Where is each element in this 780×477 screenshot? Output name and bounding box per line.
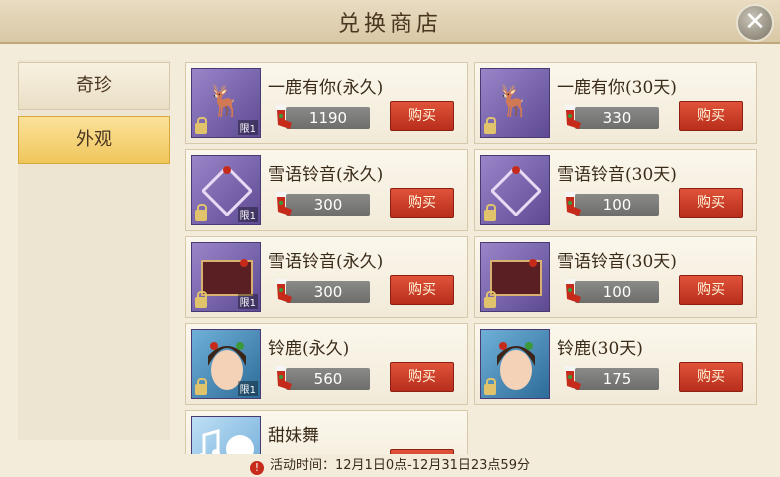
character-portrait-icon: [497, 342, 535, 390]
stocking-icon: [565, 105, 581, 129]
item-thumbnail: [191, 416, 261, 454]
item-name: 雪语铃音(30天): [557, 252, 677, 272]
lock-icon: [195, 117, 207, 134]
event-time-text: 活动时间：12月1日0点-12月31日23点59分: [270, 458, 530, 473]
buy-button[interactable]: 购买: [390, 362, 454, 392]
antler-headband-icon: 🦌: [495, 84, 533, 119]
close-button[interactable]: ✕: [736, 4, 774, 42]
stocking-icon: [276, 105, 292, 129]
buy-button[interactable]: 购买: [679, 275, 743, 305]
limit-badge: 限1: [237, 120, 258, 135]
item-price: 100: [602, 283, 632, 301]
item-name: 雪语铃音(永久): [268, 252, 384, 272]
item-thumbnail: 限1: [191, 329, 261, 399]
item-name: 雪语铃音(30天): [557, 165, 677, 185]
item-thumbnail: [480, 155, 550, 225]
lock-icon: [195, 291, 207, 308]
item-name: 甜妹舞: [268, 426, 319, 446]
buy-button[interactable]: 购买: [390, 101, 454, 131]
limit-badge: 限1: [237, 294, 258, 309]
item-price: 100: [602, 196, 632, 214]
item-thumbnail: 🦌 限1: [191, 68, 261, 138]
item-price: 330: [602, 109, 632, 127]
stocking-icon: [276, 279, 292, 303]
item-name: 铃鹿(30天): [557, 339, 643, 359]
tab-waiguan[interactable]: 外观: [18, 116, 170, 164]
item-name: 雪语铃音(永久): [268, 165, 384, 185]
item-thumbnail: 限1: [191, 155, 261, 225]
chat-board-icon: [490, 259, 542, 296]
lock-icon: [484, 204, 496, 221]
item-thumbnail: 🦌: [480, 68, 550, 138]
item-name: 一鹿有你(30天): [557, 78, 677, 98]
stocking-icon: [565, 192, 581, 216]
item-thumbnail: [480, 242, 550, 312]
item-name: 铃鹿(永久): [268, 339, 350, 359]
chat-board-icon: [201, 259, 253, 296]
shop-item-card[interactable]: 限1 雪语铃音(永久) 300 购买: [185, 236, 468, 318]
buy-button[interactable]: 购买: [390, 275, 454, 305]
shop-item-card[interactable]: 甜妹舞: [185, 410, 468, 454]
shop-item-card[interactable]: 🦌 一鹿有你(30天) 330 购买: [474, 62, 757, 144]
page-title: 兑换商店: [337, 12, 442, 37]
warning-icon: !: [250, 461, 265, 475]
shop-item-card[interactable]: 限1 铃鹿(永久) 560 购买: [185, 323, 468, 405]
buy-button[interactable]: 购买: [679, 101, 743, 131]
buy-button[interactable]: 购买: [679, 188, 743, 218]
item-grid: 🦌 限1 一鹿有你(永久) 1190 购买 🦌 一鹿有你(30天) 330 购买: [183, 60, 763, 454]
antler-headband-icon: 🦌: [206, 84, 244, 119]
shop-item-card[interactable]: 限1 雪语铃音(永久) 300 购买: [185, 149, 468, 231]
stocking-icon: [565, 366, 581, 390]
item-name: 一鹿有你(永久): [268, 78, 384, 98]
tab-qizhen[interactable]: 奇珍: [18, 62, 170, 110]
lock-icon: [195, 378, 207, 395]
music-dance-icon: [199, 429, 254, 454]
item-thumbnail: 限1: [191, 242, 261, 312]
item-price: 1190: [308, 109, 348, 127]
event-time-footer: ! 活动时间：12月1日0点-12月31日23点59分: [0, 454, 780, 477]
limit-badge: 限1: [237, 381, 258, 396]
stocking-icon: [565, 279, 581, 303]
item-price: 175: [602, 370, 632, 388]
shop-item-card[interactable]: 雪语铃音(30天) 100 购买: [474, 149, 757, 231]
shop-item-card[interactable]: 雪语铃音(30天) 100 购买: [474, 236, 757, 318]
snowflake-frame-icon: [491, 166, 541, 216]
item-price: 300: [313, 196, 343, 214]
stocking-icon: [276, 366, 292, 390]
shop-item-card[interactable]: 🦌 限1 一鹿有你(永久) 1190 购买: [185, 62, 468, 144]
item-price: 300: [313, 283, 343, 301]
lock-icon: [484, 291, 496, 308]
buy-button[interactable]: 购买: [390, 188, 454, 218]
lock-icon: [484, 378, 496, 395]
limit-badge: 限1: [237, 207, 258, 222]
buy-button[interactable]: 购买: [679, 362, 743, 392]
item-price: 560: [313, 370, 343, 388]
title-bar: 兑换商店 ✕: [0, 0, 780, 44]
item-thumbnail: [480, 329, 550, 399]
stocking-icon: [276, 192, 292, 216]
lock-icon: [484, 117, 496, 134]
lock-icon: [195, 204, 207, 221]
category-sidebar: 奇珍 外观: [18, 60, 170, 440]
shop-item-card[interactable]: 铃鹿(30天) 175 购买: [474, 323, 757, 405]
